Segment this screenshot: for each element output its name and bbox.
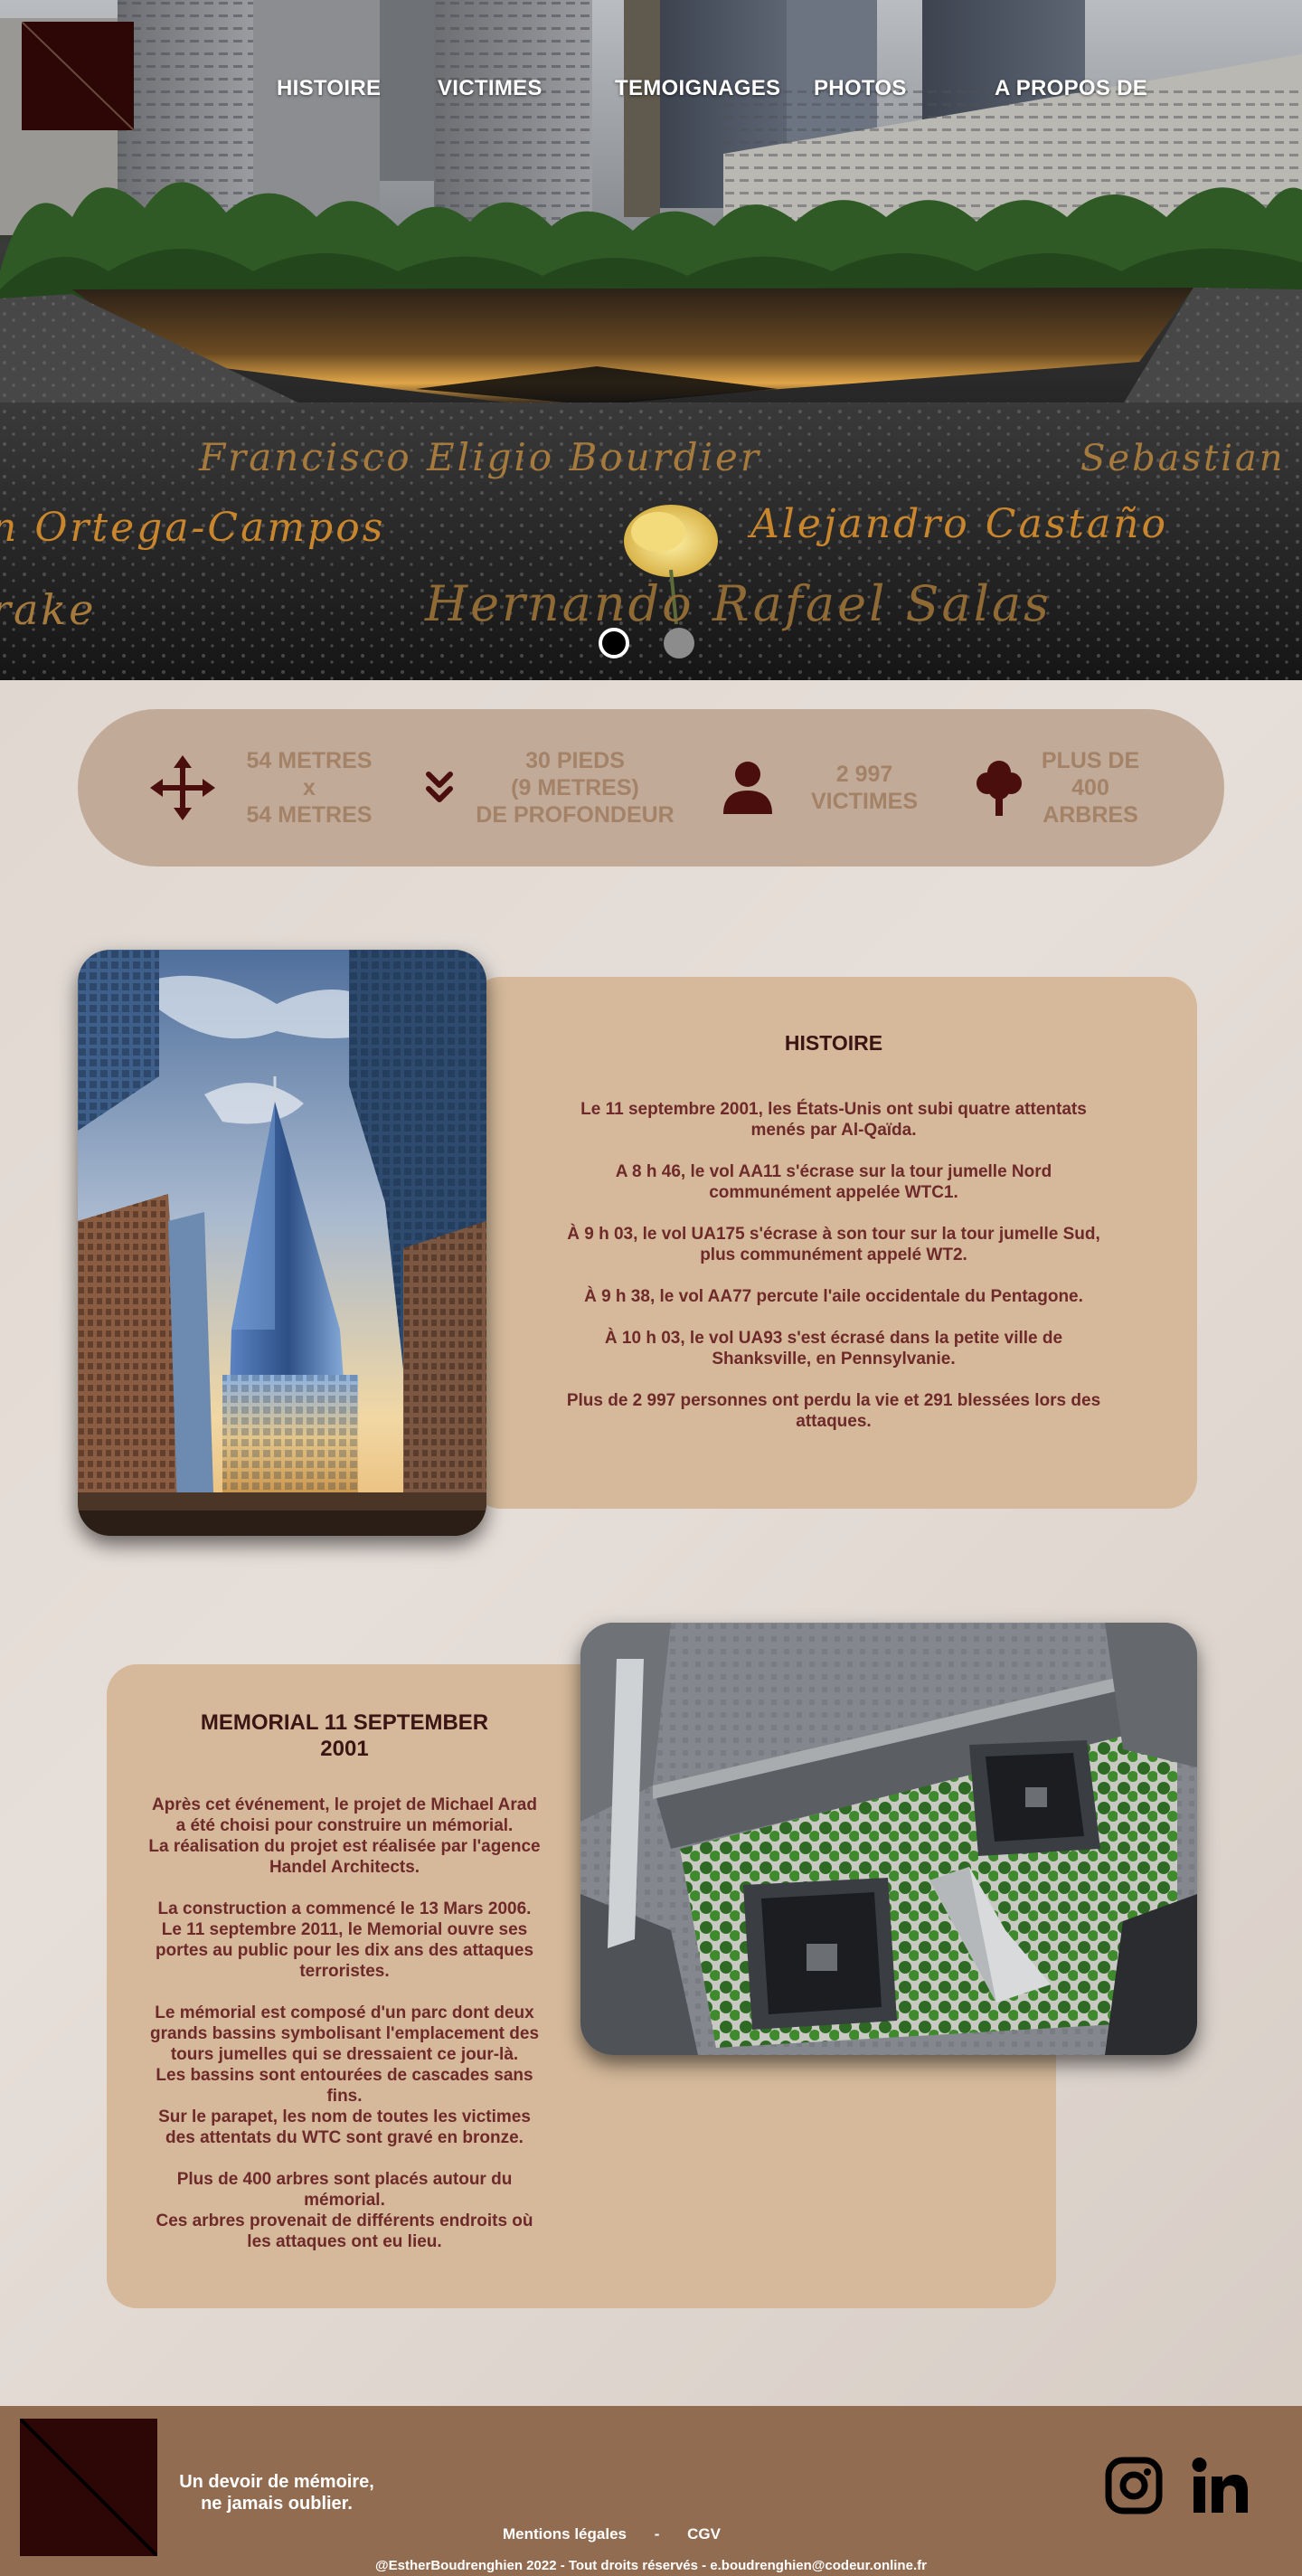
stat-victims: 2 997 VICTIMES	[801, 761, 928, 815]
stat-line: 54 METRES	[246, 748, 373, 773]
memorial-title: MEMORIAL 11 SEPTEMBER 2001	[200, 1710, 489, 1761]
nav-item-a-propos[interactable]: A PROPOS DE	[995, 76, 1147, 101]
move-arrows-icon	[150, 755, 215, 820]
hero-banner: Francisco Eligio Bourdier Sebastian n Or…	[0, 0, 1302, 680]
histoire-paragraph: A 8 h 46, le vol AA11 s'écrase sur la to…	[615, 1162, 1052, 1202]
engraved-name: Alejandro Castaño	[747, 501, 1168, 547]
memorial-paragraph: Après cet événement, le projet de Michae…	[148, 1795, 541, 1877]
stat-dimensions: 54 METRES x 54 METRES	[237, 747, 382, 829]
stat-line: (9 METRES)	[511, 775, 639, 800]
stat-line: x	[303, 775, 316, 800]
memorial-paragraph: La construction a commencé le 13 Mars 20…	[155, 1899, 534, 1981]
nav-item-photos[interactable]: PHOTOS	[814, 76, 907, 101]
memorial-paragraph: Le mémorial est composé d'un parc dont d…	[149, 2003, 540, 2147]
person-icon	[723, 762, 772, 814]
histoire-body: Le 11 septembre 2001, les États-Unis ont…	[470, 1099, 1197, 1432]
engraved-name: rake	[0, 585, 97, 634]
engraved-name: Francisco Eligio Bourdier	[198, 435, 761, 479]
linkedin-icon[interactable]	[1192, 2457, 1250, 2514]
histoire-paragraph: À 9 h 38, le vol AA77 percute l'aile occ…	[584, 1287, 1083, 1306]
histoire-paragraph: À 10 h 03, le vol UA93 s'est écrasé dans…	[604, 1329, 1063, 1368]
cgv-link[interactable]: CGV	[687, 2525, 721, 2543]
footer-separator: -	[654, 2525, 660, 2543]
carousel-dot[interactable]	[664, 628, 694, 658]
histoire-paragraph: Le 11 septembre 2001, les États-Unis ont…	[580, 1100, 1087, 1140]
stats-bar: 54 METRES x 54 METRES 30 PIEDS (9 METRES…	[78, 709, 1224, 867]
carousel-dot-active[interactable]	[599, 628, 629, 658]
stat-line: 30 PIEDS	[525, 748, 625, 773]
stat-line: PLUS DE	[1041, 748, 1140, 773]
nav-item-victimes[interactable]: VICTIMES	[438, 76, 542, 101]
footer-links: Mentions légales - CGV	[503, 2525, 721, 2543]
memorial-paragraph: Plus de 400 arbres sont placés autour du…	[156, 2170, 533, 2251]
engraved-name: Hernando Rafael Salas	[424, 575, 1052, 632]
stat-line: VICTIMES	[810, 789, 919, 814]
main-nav: HISTOIRE VICTIMES TEMOIGNAGES PHOTOS A P…	[0, 76, 1302, 109]
histoire-paragraph: Plus de 2 997 personnes ont perdu la vie…	[566, 1391, 1101, 1431]
one-world-trade-center-photo	[78, 950, 486, 1536]
histoire-title: HISTOIRE	[784, 1031, 883, 1055]
stat-line: 400	[1071, 775, 1109, 800]
engraved-name: Sebastian	[1080, 438, 1286, 479]
histoire-paragraph: À 9 h 03, le vol UA175 s'écrase à son to…	[567, 1225, 1100, 1264]
legal-notice-link[interactable]: Mentions légales	[503, 2525, 627, 2543]
double-chevron-down-icon	[426, 772, 453, 802]
instagram-icon[interactable]	[1105, 2457, 1163, 2514]
histoire-card: HISTOIRE Le 11 septembre 2001, les États…	[470, 977, 1197, 1509]
site-footer: Un devoir de mémoire, ne jamais oublier. …	[0, 2406, 1302, 2576]
copyright-text: @EstherBoudrenghien 2022 - Tout droits r…	[375, 2558, 927, 2573]
footer-logo[interactable]	[18, 2417, 159, 2558]
footer-tagline: Un devoir de mémoire, ne jamais oublier.	[179, 2472, 374, 2514]
stat-depth: 30 PIEDS (9 METRES) DE PROFONDEUR	[476, 747, 675, 829]
stat-line: DE PROFONDEUR	[476, 802, 675, 828]
tree-icon	[976, 761, 1022, 816]
memorial-body: Après cet événement, le projet de Michae…	[134, 1795, 555, 2252]
nav-item-histoire[interactable]: HISTOIRE	[277, 76, 381, 101]
stat-line: 2 997	[835, 762, 893, 787]
stat-line: 54 METRES	[246, 802, 373, 828]
memorial-aerial-photo	[580, 1623, 1197, 2055]
stat-trees: PLUS DE 400 ARBRES	[1036, 747, 1145, 829]
nav-item-temoignages[interactable]: TEMOIGNAGES	[615, 76, 780, 101]
engraved-name: n Ortega-Campos	[0, 505, 385, 551]
stat-line: ARBRES	[1043, 802, 1138, 828]
